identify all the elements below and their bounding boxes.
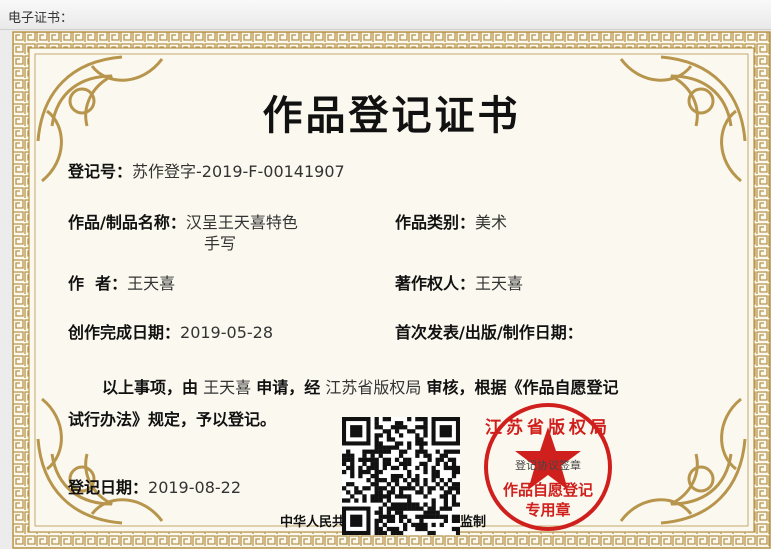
reg-date-row: 登记日期：2019-08-22 <box>68 474 241 498</box>
category-row: 作品类别：美术 <box>395 209 507 233</box>
author-value: 王天喜 <box>127 274 176 293</box>
category-value: 美术 <box>475 213 508 232</box>
reg-no-value: 苏作登字-2019-F-00141907 <box>132 162 345 181</box>
owner-label: 著作权人： <box>395 274 476 293</box>
publish-label: 首次发表/出版/制作日期： <box>395 323 583 342</box>
body-text-2: 申请，经 <box>256 378 321 397</box>
body-line-2: 试行办法》规定，予以登记。 <box>68 410 277 429</box>
work-name-value-line2: 手写 <box>204 234 237 253</box>
certificate-title: 作品登记证书 <box>262 92 521 139</box>
publish-row: 首次发表/出版/制作日期： <box>395 319 583 343</box>
category-label: 作品类别： <box>395 213 476 232</box>
author-row: 作 者：王天喜 <box>68 270 175 294</box>
body-applicant: 王天喜 <box>203 378 252 397</box>
window-title-bar: 电子证书： <box>0 0 771 30</box>
completion-label: 创作完成日期： <box>68 323 181 342</box>
work-name-value: 汉呈王天喜特色 <box>185 213 298 232</box>
body-authority: 江苏省版权局 <box>325 378 422 397</box>
certificate: 作品登记证书 登记号：苏作登字-2019-F-00141907 作品/制品名称：… <box>12 31 771 549</box>
window-title: 电子证书： <box>8 11 74 26</box>
reg-date-value: 2019-08-22 <box>148 478 241 497</box>
body-line-1: 以上事项，由 王天喜 申请，经 江苏省版权局 审核，根据《作品自愿登记 <box>102 374 618 398</box>
seal-overlay-text: 登记协议签章 <box>515 459 581 472</box>
body-text-1: 以上事项，由 <box>102 378 199 397</box>
body-text-3: 审核，根据《作品自愿登记 <box>426 378 619 397</box>
reg-no-label: 登记号： <box>68 162 133 181</box>
reg-date-label: 登记日期： <box>68 478 149 497</box>
reg-no-row: 登记号：苏作登字-2019-F-00141907 <box>68 158 345 182</box>
qr-code-graphic <box>342 417 461 536</box>
work-name-row: 作品/制品名称：汉呈王天喜特色 <box>68 209 298 233</box>
qr-code <box>342 417 461 536</box>
owner-value: 王天喜 <box>475 274 524 293</box>
completion-value: 2019-05-28 <box>180 323 273 342</box>
seal-bottom-line2: 专用章 <box>525 501 571 519</box>
corner-ornament-br <box>619 397 747 525</box>
author-label: 作 者： <box>68 274 128 293</box>
seal-top-text: 江苏省版权局 <box>485 418 611 438</box>
seal-bottom-line1: 作品自愿登记 <box>502 481 593 499</box>
completion-row: 创作完成日期：2019-05-28 <box>68 319 273 343</box>
work-name-label: 作品/制品名称： <box>68 213 186 232</box>
footer-issuer-left: 中华人民共 <box>280 515 346 530</box>
owner-row: 著作权人：王天喜 <box>395 270 523 294</box>
